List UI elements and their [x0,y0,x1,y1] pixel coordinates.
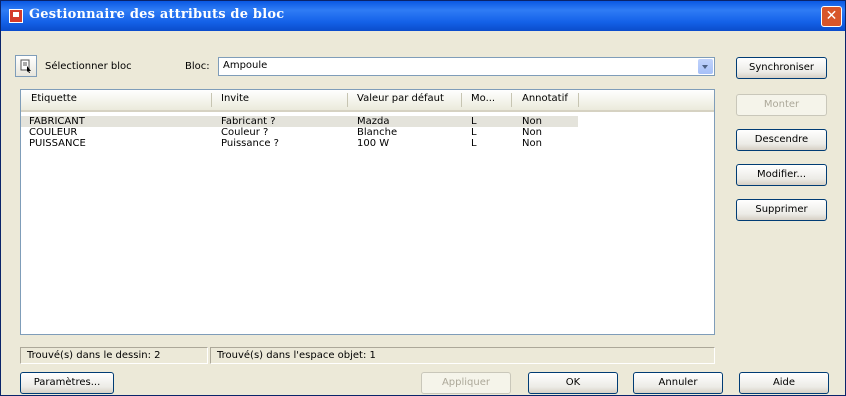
block-label: Bloc: [185,61,210,72]
cell-mode: L [471,116,477,127]
block-app-icon [9,9,23,23]
cell-tag: COULEUR [29,127,78,138]
ok-button[interactable]: OK [528,372,618,394]
block-combobox[interactable]: Ampoule [218,57,715,76]
cell-default: 100 W [357,138,390,149]
cancel-button[interactable]: Annuler [633,372,723,394]
cell-prompt: Puissance ? [221,138,279,149]
cell-annotative: Non [522,116,542,127]
attribute-list-header: Etiquette Invite Valeur par défaut Mo...… [21,90,714,112]
chevron-down-icon[interactable] [698,59,713,74]
move-up-button[interactable]: Monter [736,94,827,116]
close-button[interactable]: ✕ [821,6,842,27]
cell-tag: PUISSANCE [29,138,86,149]
cell-annotative: Non [522,127,542,138]
cell-annotative: Non [522,138,542,149]
help-button[interactable]: Aide [739,372,829,394]
table-row[interactable]: FABRICANT Fabricant ? Mazda L Non [21,116,578,127]
cell-default: Blanche [357,127,398,138]
select-block-label: Sélectionner bloc [45,61,132,72]
select-block-button[interactable] [15,55,37,77]
close-icon: ✕ [825,8,838,24]
column-header-default[interactable]: Valeur par défaut [357,93,444,104]
cell-mode: L [471,138,477,149]
table-row[interactable]: COULEUR Couleur ? Blanche L Non [21,127,578,138]
edit-button[interactable]: Modifier... [736,164,827,186]
delete-button[interactable]: Supprimer [736,199,827,221]
cell-prompt: Couleur ? [221,127,269,138]
sync-button[interactable]: Synchroniser [736,57,827,79]
settings-button[interactable]: Paramètres... [20,372,114,394]
column-header-mode[interactable]: Mo... [471,93,495,104]
column-header-tag[interactable]: Etiquette [31,93,77,104]
status-found-in-space: Trouvé(s) dans l'espace objet: 1 [210,347,715,364]
block-attribute-manager-dialog: Gestionnaire des attributs de bloc ✕ Sél… [0,0,846,396]
window-title: Gestionnaire des attributs de bloc [29,7,285,22]
cell-tag: FABRICANT [29,116,85,127]
cell-default: Mazda [357,116,390,127]
attribute-list[interactable]: Etiquette Invite Valeur par défaut Mo...… [20,89,715,335]
table-row[interactable]: PUISSANCE Puissance ? 100 W L Non [21,138,578,149]
column-header-annotative[interactable]: Annotatif [522,93,568,104]
move-down-button[interactable]: Descendre [736,129,827,151]
cell-mode: L [471,127,477,138]
select-block-icon [20,59,31,73]
column-header-prompt[interactable]: Invite [221,93,249,104]
apply-button[interactable]: Appliquer [421,372,511,394]
title-bar[interactable]: Gestionnaire des attributs de bloc ✕ [1,1,845,31]
status-found-in-drawing: Trouvé(s) dans le dessin: 2 [20,347,208,364]
cell-prompt: Fabricant ? [221,116,276,127]
block-combobox-value: Ampoule [223,60,268,71]
